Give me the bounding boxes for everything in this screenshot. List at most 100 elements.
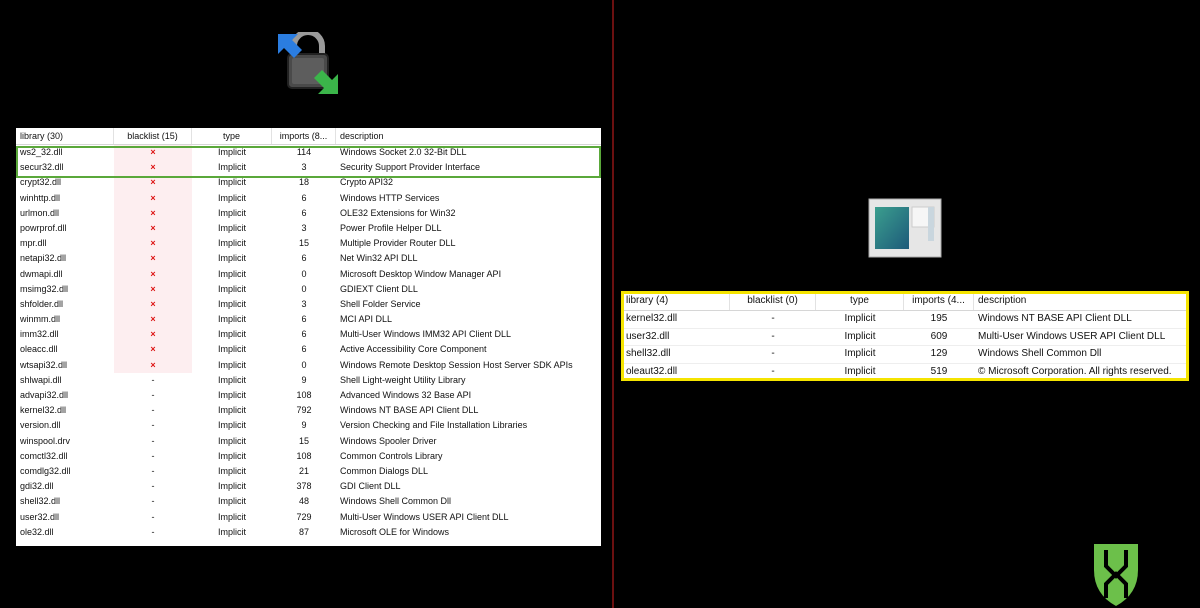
table-header: library (4) blacklist (0) type imports (… — [622, 292, 1188, 311]
cell-type: Implicit — [217, 405, 246, 416]
table-row[interactable]: oleacc.dll × Implicit 6 Active Accessibility… — [16, 342, 601, 358]
table-row[interactable]: shell32.dll - Implicit 129 Windows Shell Com… — [622, 346, 1188, 364]
cell-library: shell32.dll — [626, 348, 671, 359]
table-row[interactable]: oleaut32.dll - Implicit 519 © Microsoft Corp… — [622, 364, 1188, 381]
cell-description: Crypto API32 — [340, 177, 394, 188]
cell-imports: 108 — [296, 390, 312, 400]
cell-imports: 129 — [930, 348, 948, 359]
table-row[interactable]: urlmon.dll × Implicit 6 OLE32 Extensions for… — [16, 205, 601, 221]
cell-description: Version Checking and File Installation L… — [340, 420, 528, 431]
table-row[interactable]: shfolder.dll × Implicit 3 Shell Folder Servi… — [16, 296, 601, 313]
column-header-blacklist[interactable]: blacklist (15) — [114, 128, 192, 144]
table-row[interactable]: ws2_32.dll × Implicit 114 Windows Socket 2.0… — [16, 145, 601, 161]
cell-imports: 48 — [298, 496, 309, 507]
table-row[interactable]: msimg32.dll × Implicit 0 GDIEXT Client DLL — [16, 281, 601, 297]
cell-type: Implicit — [217, 298, 246, 309]
table-row[interactable]: user32.dll - Implicit 729 Multi-User Windows… — [16, 510, 601, 525]
cell-type: Implicit — [217, 222, 246, 233]
table-row[interactable]: secur32.dll × Implicit 3 Security Support Pr… — [16, 160, 601, 176]
table-row[interactable]: user32.dll - Implicit 609 Multi-User Windows… — [622, 329, 1188, 346]
cell-library: msimg32.dll — [20, 283, 69, 294]
cell-description: © Microsoft Corporation. All rights rese… — [978, 365, 1172, 377]
cell-description: Advanced Windows 32 Base API — [340, 390, 472, 400]
cell-description: Multi-User Windows USER API Client DLL — [978, 330, 1166, 342]
column-header-blacklist[interactable]: blacklist (0) — [730, 292, 816, 310]
cell-description: Windows HTTP Services — [340, 192, 440, 203]
column-header-description[interactable]: description — [974, 292, 1188, 310]
table-row[interactable]: crypt32.dll × Implicit 18 Crypto API32 — [16, 175, 601, 191]
cell-imports: 9 — [301, 420, 307, 431]
table-row[interactable]: comctl32.dll - Implicit 108 Common Controls … — [16, 449, 601, 464]
cell-blacklist: × — [114, 357, 192, 373]
cell-library: dwmapi.dll — [20, 268, 63, 279]
column-header-imports[interactable]: imports (8... — [272, 128, 336, 144]
cell-blacklist: - — [151, 511, 155, 522]
cell-imports: 6 — [301, 344, 307, 355]
cell-description: Common Dialogs DLL — [340, 465, 429, 476]
table-row[interactable]: kernel32.dll - Implicit 792 Windows NT BASE … — [16, 403, 601, 418]
cell-description: OLE32 Extensions for Win32 — [340, 207, 456, 218]
column-header-type[interactable]: type — [192, 128, 272, 144]
cell-type: Implicit — [844, 365, 876, 377]
cell-type: Implicit — [217, 435, 246, 446]
cell-library: ws2_32.dll — [20, 147, 63, 157]
cell-blacklist: - — [151, 374, 155, 385]
cell-blacklist: × — [114, 236, 192, 252]
cell-type: Implicit — [217, 496, 246, 507]
cell-description: Windows Socket 2.0 32-Bit DLL — [340, 147, 467, 157]
cell-description: Shell Light-weight Utility Library — [340, 374, 466, 385]
cell-blacklist: - — [771, 313, 775, 324]
cell-blacklist: × — [114, 296, 192, 313]
column-header-imports[interactable]: imports (4... — [904, 292, 974, 310]
table-row[interactable]: kernel32.dll - Implicit 195 Windows NT BASE … — [622, 311, 1188, 329]
cell-description: GDIEXT Client DLL — [340, 283, 418, 294]
cell-type: Implicit — [844, 348, 876, 359]
table-row[interactable]: shlwapi.dll - Implicit 9 Shell Light-weight … — [16, 373, 601, 388]
cell-description: Windows Remote Desktop Session Host Serv… — [340, 359, 573, 370]
cell-library: comctl32.dll — [20, 450, 68, 461]
table-row[interactable]: wtsapi32.dll × Implicit 0 Windows Remote Des… — [16, 357, 601, 373]
cell-blacklist: - — [151, 390, 155, 400]
cell-blacklist: - — [151, 435, 155, 446]
cell-blacklist: - — [151, 526, 155, 537]
table-row[interactable]: version.dll - Implicit 9 Version Checking an… — [16, 418, 601, 433]
cell-imports: 792 — [296, 405, 312, 416]
column-header-library[interactable]: library (30) — [16, 128, 114, 144]
column-header-type[interactable]: type — [816, 292, 904, 310]
table-header: library (30) blacklist (15) type imports… — [16, 128, 601, 145]
cell-description: Active Accessibility Core Component — [340, 344, 487, 355]
table-row[interactable]: mpr.dll × Implicit 15 Multiple Provider Rout… — [16, 236, 601, 252]
table-row[interactable]: gdi32.dll - Implicit 378 GDI Client DLL — [16, 479, 601, 494]
cell-blacklist: - — [151, 481, 155, 492]
table-row[interactable]: winmm.dll × Implicit 6 MCI API DLL — [16, 312, 601, 328]
table-row[interactable]: shell32.dll - Implicit 48 Windows Shell Comm… — [16, 494, 601, 509]
cell-blacklist: - — [151, 465, 155, 476]
table-row[interactable]: winhttp.dll × Implicit 6 Windows HTTP Servic… — [16, 190, 601, 206]
table-row[interactable]: comdlg32.dll - Implicit 21 Common Dialogs DL… — [16, 464, 601, 479]
application-window-icon — [868, 198, 942, 258]
cell-blacklist: - — [771, 348, 775, 359]
panel-divider — [612, 0, 614, 608]
table-row[interactable]: advapi32.dll - Implicit 108 Advanced Windows… — [16, 388, 601, 403]
cell-library: wtsapi32.dll — [20, 359, 68, 370]
table-row[interactable]: dwmapi.dll × Implicit 0 Microsoft Desktop Wi… — [16, 266, 601, 282]
table-row[interactable]: winspool.drv - Implicit 15 Windows Spooler D… — [16, 434, 601, 449]
cell-library: shfolder.dll — [20, 298, 64, 309]
cell-library: imm32.dll — [20, 329, 59, 340]
cell-description: Microsoft Desktop Window Manager API — [340, 268, 502, 279]
cell-library: shlwapi.dll — [20, 374, 62, 385]
cell-description: MCI API DLL — [340, 314, 393, 325]
table-row[interactable]: netapi32.dll × Implicit 6 Net Win32 API DLL — [16, 251, 601, 267]
cell-imports: 87 — [298, 526, 309, 537]
column-header-description[interactable]: description — [336, 128, 601, 144]
table-row[interactable]: imm32.dll × Implicit 6 Multi-User Windows IM… — [16, 327, 601, 343]
column-header-library[interactable]: library (4) — [622, 292, 730, 310]
cell-imports: 519 — [930, 365, 948, 377]
table-body: kernel32.dll - Implicit 195 Windows NT BASE … — [622, 311, 1188, 381]
cell-imports: 609 — [930, 330, 948, 342]
table-row[interactable]: ole32.dll - Implicit 87 Microsoft OLE for Wi… — [16, 525, 601, 540]
table-row[interactable]: powrprof.dll × Implicit 3 Power Profile Help… — [16, 220, 601, 237]
cell-imports: 6 — [301, 314, 307, 325]
cell-type: Implicit — [217, 238, 246, 249]
cell-imports: 3 — [301, 222, 307, 233]
